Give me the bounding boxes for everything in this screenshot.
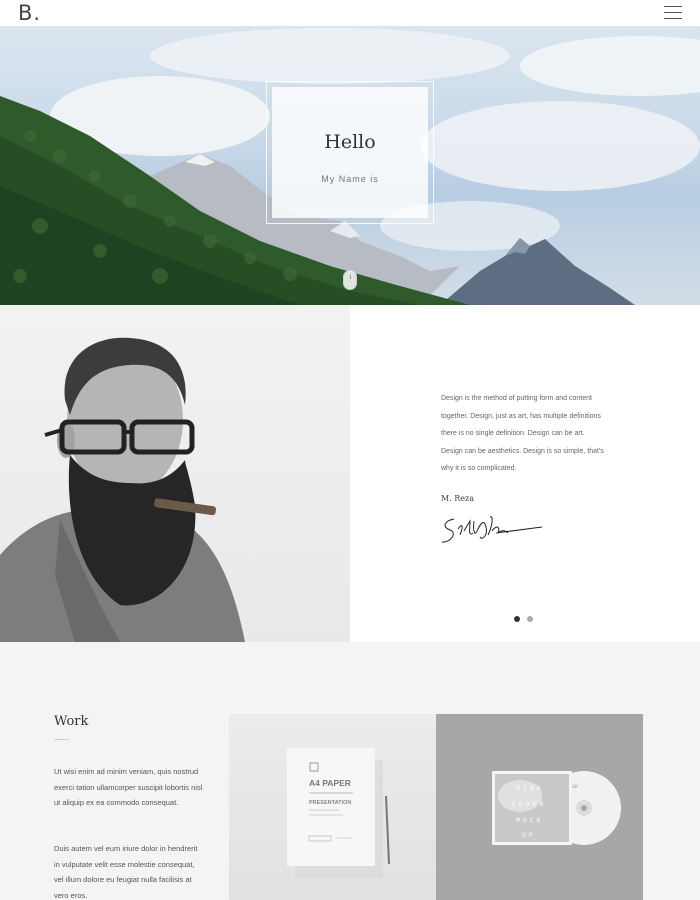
cover-line: MOCK bbox=[516, 817, 544, 824]
hero-subtitle: My Name is bbox=[321, 174, 379, 184]
section-title: Work bbox=[54, 714, 89, 729]
slider-dots bbox=[514, 609, 540, 627]
a4-label: A4 PAPER bbox=[309, 778, 351, 788]
about-section: Design is the method of putting form and… bbox=[0, 305, 700, 642]
portfolio-item-a4-paper[interactable]: A4 PAPER PRESENTATION bbox=[229, 714, 436, 900]
presentation-label: PRESENTATION bbox=[309, 800, 351, 806]
hello-card: Hello My Name is bbox=[272, 87, 428, 218]
author-name: M. Reza bbox=[441, 494, 475, 503]
work-paragraph-2: Duis autem vel eum iriure dolor in hendr… bbox=[54, 844, 198, 900]
about-line: together. Design, just as art, has multi… bbox=[441, 412, 601, 420]
logo[interactable]: B. bbox=[18, 1, 41, 25]
about-line: why it is so complicated. bbox=[441, 465, 517, 473]
about-line: there is no single definition. Design ca… bbox=[441, 430, 585, 438]
work-section: Work Ut wisi enim ad minim veniam, quis … bbox=[0, 642, 700, 900]
signature-image bbox=[441, 516, 543, 543]
hero-banner: Hello My Name is bbox=[0, 26, 700, 305]
cover-line: DISK bbox=[516, 785, 544, 792]
slider-dot-active[interactable] bbox=[514, 616, 520, 622]
cover-line: COVER bbox=[512, 801, 547, 808]
about-line: Design can be aesthetics. Design is so s… bbox=[441, 447, 604, 455]
title-divider bbox=[54, 739, 69, 740]
hamburger-icon[interactable] bbox=[664, 6, 682, 19]
site-header: B. bbox=[0, 0, 700, 26]
cover-line: UP bbox=[522, 832, 536, 839]
work-paragraph-1: Ut wisi enim ad minim veniam, quis nostr… bbox=[54, 767, 203, 808]
about-description: Design is the method of putting form and… bbox=[441, 390, 621, 478]
about-line: Design is the method of putting form and… bbox=[441, 395, 592, 402]
mouse-scroll-icon[interactable] bbox=[343, 270, 357, 290]
slider-dot[interactable] bbox=[527, 616, 533, 622]
portrait-photo bbox=[0, 305, 350, 642]
hero-title: Hello bbox=[324, 131, 376, 153]
portfolio-item-disk-cover[interactable]: DISK DISK COVER MOCK UP bbox=[436, 714, 643, 900]
